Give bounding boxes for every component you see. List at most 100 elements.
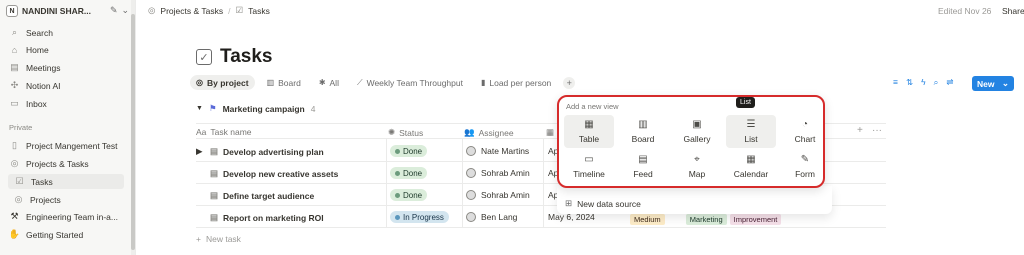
sidebar-item-projects[interactable]: ◎ Projects xyxy=(10,192,130,207)
assignee-cell[interactable]: Nate Martins xyxy=(466,146,529,156)
task-name: Define target audience xyxy=(223,190,315,201)
workspace-badge: N xyxy=(6,5,18,17)
chevron-down-icon[interactable]: ⌄ xyxy=(122,5,130,16)
sidebar-item-getting-started[interactable]: ✋ Getting Started xyxy=(6,227,126,242)
sidebar-item-engineering-team[interactable]: ⚒ Engineering Team in-a... xyxy=(6,209,126,224)
status-label: Done xyxy=(403,146,423,156)
view-tabs: ◎ By project ▥ Board ✱ All ⟋ Weekly Team… xyxy=(190,75,576,90)
column-due[interactable]: ▦ xyxy=(546,127,554,138)
task-name-cell[interactable]: ▤ Develop advertising plan xyxy=(210,146,324,157)
new-button[interactable]: New ⌄ xyxy=(972,76,1014,91)
more-icon[interactable]: ··· xyxy=(872,125,882,136)
sidebar-item-notion-ai[interactable]: ✣ Notion AI xyxy=(6,78,126,93)
status-cell[interactable]: Done xyxy=(390,145,428,157)
breadcrumb-projects-tasks[interactable]: Projects & Tasks xyxy=(160,6,223,16)
page-header: ✓ Tasks xyxy=(196,46,272,68)
view-option-timeline[interactable]: ▭ Timeline xyxy=(564,150,614,183)
ai-icon: ✣ xyxy=(10,80,19,90)
page-title[interactable]: Tasks xyxy=(220,46,272,68)
view-option-chart[interactable]: ◔ Chart xyxy=(780,115,830,148)
task-name-cell[interactable]: ▤ Report on marketing ROI xyxy=(210,212,324,223)
new-data-source-button[interactable]: ⊞ New data source xyxy=(565,198,641,209)
breadcrumb-tasks[interactable]: Tasks xyxy=(248,6,270,16)
view-option-label: Timeline xyxy=(573,168,605,179)
collapse-triangle-icon[interactable]: ▼ xyxy=(196,105,203,112)
assignee-cell[interactable]: Sohrab Amin xyxy=(466,190,530,200)
page-icon: ▤ xyxy=(210,190,219,200)
column-status[interactable]: ✺ Status xyxy=(388,127,423,138)
form-icon: ✎ xyxy=(800,153,810,165)
tags-cell[interactable]: Medium Marketing Improvement xyxy=(630,214,782,225)
view-option-label: Form xyxy=(795,168,815,179)
home-icon: ⌂ xyxy=(11,44,18,55)
new-task-button[interactable]: + New task xyxy=(196,234,241,244)
page-icon: ▤ xyxy=(210,168,219,178)
assignee-cell[interactable]: Sohrab Amin xyxy=(466,168,530,178)
view-option-form[interactable]: ✎ Form xyxy=(780,150,830,183)
column-task-name[interactable]: Aa Task name xyxy=(196,127,252,137)
share-button[interactable]: Share xyxy=(1002,6,1024,16)
automation-icon[interactable]: ϟ xyxy=(921,77,926,88)
checkbox-icon: ✓ xyxy=(196,49,212,65)
map-icon: ⌖ xyxy=(694,153,700,165)
status-dot xyxy=(395,192,400,198)
tab-by-project[interactable]: ◎ By project xyxy=(190,75,255,90)
workspace-switcher[interactable]: N NANDINI SHAR... xyxy=(6,4,91,18)
sidebar-item-inbox[interactable]: ▭ Inbox xyxy=(6,96,126,111)
assignee-cell[interactable]: Ben Lang xyxy=(466,212,517,222)
category-tag: Improvement xyxy=(729,214,782,225)
expand-icon[interactable]: ▶ xyxy=(196,146,203,157)
bar-chart-icon: ▮ xyxy=(480,78,486,87)
tab-label: Board xyxy=(278,77,301,88)
workspace-name: NANDINI SHAR... xyxy=(22,6,91,16)
tab-board[interactable]: ▥ Board xyxy=(261,75,307,90)
sort-icon[interactable]: ⇅ xyxy=(906,77,913,88)
tab-weekly-team-throughput[interactable]: ⟋ Weekly Team Throughput xyxy=(351,75,469,90)
sidebar-item-meetings[interactable]: ▤ Meetings xyxy=(6,60,126,75)
filter-icon[interactable]: ≡ xyxy=(893,77,898,88)
sidebar-item-project-management-test[interactable]: ▯ Project Mangement Test xyxy=(6,138,126,153)
status-cell[interactable]: Done xyxy=(390,167,428,179)
task-name-cell[interactable]: ▤ Develop new creative assets xyxy=(210,168,338,179)
search-icon[interactable]: ⌕ xyxy=(934,77,939,88)
view-option-label: Chart xyxy=(794,133,816,144)
sidebar-item-search[interactable]: ⌕ Search xyxy=(6,25,126,40)
view-option-gallery[interactable]: ▣ Gallery xyxy=(672,115,722,148)
group-header[interactable]: ▼ ⚑ Marketing campaign 4 xyxy=(196,103,315,114)
sidebar-item-tasks[interactable]: ☑ Tasks xyxy=(8,174,124,189)
new-page-icon[interactable]: ✎ xyxy=(110,5,118,16)
meetings-icon: ▤ xyxy=(10,62,19,72)
settings-icon[interactable]: ⇌ xyxy=(946,77,953,88)
tab-load-per-person[interactable]: ▮ Load per person xyxy=(475,75,557,90)
text-type-icon: Aa xyxy=(196,127,207,137)
view-option-board[interactable]: ▥ Board xyxy=(618,115,668,148)
view-option-feed[interactable]: ▤ Feed xyxy=(618,150,668,183)
task-name-cell[interactable]: ▤ Define target audience xyxy=(210,190,314,201)
avatar xyxy=(466,190,476,200)
add-view-button[interactable]: + xyxy=(563,76,576,89)
view-option-calendar[interactable]: ▦ Calendar xyxy=(726,150,776,183)
view-option-list[interactable]: ☰ List xyxy=(726,115,776,148)
list-icon: ☰ xyxy=(746,118,756,130)
sidebar-item-home[interactable]: ⌂ Home xyxy=(6,42,126,57)
task-name: Develop advertising plan xyxy=(223,146,324,157)
view-option-label: Map xyxy=(688,168,706,179)
priority-tag: Medium xyxy=(630,214,665,225)
status-cell[interactable]: In Progress xyxy=(390,211,449,223)
add-view-menu: Add a new view ▦ Table ▥ Board ▣ Gallery… xyxy=(557,95,825,188)
people-icon: 👥 xyxy=(464,127,475,137)
tab-all[interactable]: ✱ All xyxy=(313,75,345,90)
column-assignee[interactable]: 👥 Assignee xyxy=(464,127,514,138)
sidebar-item-label: Getting Started xyxy=(26,229,84,240)
status-badge: Done xyxy=(390,167,428,179)
add-property-icon[interactable]: + xyxy=(857,125,863,136)
sidebar-item-projects-tasks[interactable]: ◎ Projects & Tasks xyxy=(6,156,126,171)
status-cell[interactable]: Done xyxy=(390,189,428,201)
view-option-table[interactable]: ▦ Table xyxy=(564,115,614,148)
sidebar-scrollbar-thumb[interactable] xyxy=(131,14,135,250)
page-icon: ▤ xyxy=(210,146,219,156)
page-icon: ▯ xyxy=(12,140,17,150)
asterisk-icon: ✱ xyxy=(318,78,326,87)
line-chart-icon: ⟋ xyxy=(356,77,363,87)
view-option-map[interactable]: ⌖ Map xyxy=(672,150,722,183)
